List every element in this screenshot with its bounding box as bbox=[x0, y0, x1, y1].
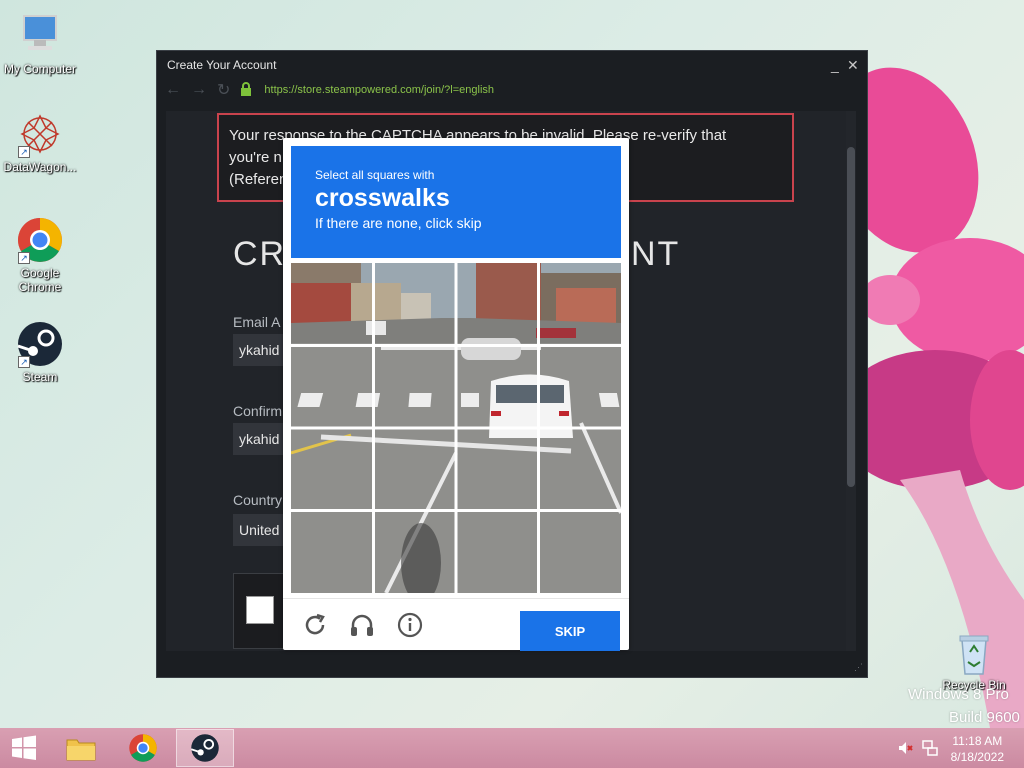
challenge-tile[interactable] bbox=[291, 263, 372, 344]
desktop-icon-label: DataWagon... bbox=[3, 160, 77, 174]
challenge-instruction: Select all squares with bbox=[315, 168, 435, 182]
network-icon[interactable] bbox=[922, 740, 938, 761]
challenge-target: crosswalks bbox=[315, 184, 450, 212]
confirm-email-label: Confirm bbox=[233, 403, 283, 419]
challenge-tile[interactable] bbox=[540, 263, 621, 344]
shortcut-arrow-icon: ↗ bbox=[18, 356, 30, 368]
shortcut-arrow-icon: ↗ bbox=[18, 252, 30, 264]
challenge-footer: SKIP bbox=[283, 598, 629, 651]
challenge-tile[interactable] bbox=[374, 263, 455, 344]
recaptcha-checkbox[interactable] bbox=[246, 596, 274, 624]
clock-date: 8/18/2022 bbox=[950, 750, 1004, 764]
window-title: Create Your Account bbox=[167, 58, 277, 72]
taskbar-steam[interactable] bbox=[176, 729, 234, 767]
skip-button[interactable]: SKIP bbox=[520, 611, 620, 651]
desktop-icon-label: My Computer bbox=[3, 62, 77, 76]
lock-icon bbox=[240, 81, 252, 99]
challenge-tile[interactable] bbox=[540, 346, 621, 427]
minimize-button[interactable]: _ bbox=[831, 57, 839, 73]
audio-challenge-icon[interactable] bbox=[348, 611, 376, 639]
desktop-icon-google-chrome[interactable]: ↗ Google Chrome bbox=[0, 216, 80, 294]
desktop-icon-my-computer[interactable]: My Computer bbox=[0, 12, 80, 76]
info-icon[interactable] bbox=[396, 611, 424, 639]
challenge-tile[interactable] bbox=[374, 429, 455, 510]
browser-navbar: ← → ↻ https://store.steampowered.com/joi… bbox=[157, 79, 867, 101]
challenge-tile[interactable] bbox=[540, 429, 621, 510]
challenge-tile[interactable] bbox=[457, 346, 538, 427]
start-button[interactable] bbox=[0, 729, 48, 767]
challenge-tile[interactable] bbox=[457, 429, 538, 510]
challenge-hint: If there are none, click skip bbox=[315, 215, 482, 231]
reload-challenge-icon[interactable] bbox=[301, 611, 329, 639]
desktop-icon-label: Google Chrome bbox=[18, 266, 62, 294]
url-text[interactable]: https://store.steampowered.com/join/?l=e… bbox=[264, 84, 494, 96]
challenge-image-grid bbox=[291, 263, 621, 593]
desktop-icon-datawagon[interactable]: ↗ DataWagon... bbox=[0, 110, 80, 174]
desktop-icon-steam[interactable]: ↗ Steam bbox=[0, 320, 80, 384]
window-titlebar[interactable]: Create Your Account _ ✕ bbox=[157, 51, 867, 79]
shortcut-arrow-icon: ↗ bbox=[18, 146, 30, 158]
email-label: Email A bbox=[233, 314, 281, 330]
computer-icon bbox=[16, 12, 64, 60]
resize-grip-icon[interactable]: ⋰ bbox=[854, 662, 863, 673]
steam-icon bbox=[190, 734, 219, 762]
challenge-tile[interactable] bbox=[291, 512, 372, 593]
windows-build-watermark: Build 9600 bbox=[949, 709, 1020, 726]
page-scrollbar[interactable] bbox=[846, 111, 856, 651]
scrollbar-thumb[interactable] bbox=[847, 147, 855, 487]
windows-edition-watermark: Windows 8 Pro bbox=[908, 686, 1009, 703]
recycle-bin-icon bbox=[954, 632, 994, 676]
challenge-tile[interactable] bbox=[540, 512, 621, 593]
steam-icon: ↗ bbox=[16, 320, 64, 368]
challenge-tile[interactable] bbox=[457, 512, 538, 593]
chrome-icon bbox=[129, 734, 157, 762]
page-heading-right: NT bbox=[631, 235, 681, 273]
windows-logo-icon bbox=[12, 735, 36, 760]
challenge-tile[interactable] bbox=[374, 512, 455, 593]
volume-muted-icon[interactable] bbox=[898, 740, 914, 761]
forward-arrow-icon[interactable]: → bbox=[191, 81, 207, 99]
desktop-icon-label: Steam bbox=[22, 370, 58, 384]
recaptcha-challenge: Select all squares with crosswalks If th… bbox=[283, 138, 629, 651]
back-arrow-icon[interactable]: ← bbox=[165, 81, 181, 99]
desktop-icon-recycle-bin[interactable]: Recycle Bin bbox=[934, 632, 1014, 692]
reload-icon[interactable]: ↻ bbox=[217, 80, 230, 100]
challenge-header: Select all squares with crosswalks If th… bbox=[291, 146, 621, 258]
challenge-tiles bbox=[291, 263, 621, 593]
taskbar-file-explorer[interactable] bbox=[52, 729, 110, 767]
country-label: Country bbox=[233, 492, 283, 508]
challenge-tile[interactable] bbox=[291, 429, 372, 510]
system-clock[interactable]: 11:18 AM 8/18/2022 bbox=[951, 733, 1004, 765]
clock-time: 11:18 AM bbox=[952, 734, 1003, 748]
taskbar-chrome[interactable] bbox=[114, 729, 172, 767]
challenge-tile[interactable] bbox=[374, 346, 455, 427]
folder-icon bbox=[66, 739, 96, 761]
close-button[interactable]: ✕ bbox=[847, 57, 859, 74]
datawagon-icon: ↗ bbox=[16, 110, 64, 158]
taskbar: 11:18 AM 8/18/2022 bbox=[0, 728, 1024, 768]
challenge-tile[interactable] bbox=[457, 263, 538, 344]
chrome-icon: ↗ bbox=[16, 216, 64, 264]
challenge-tile[interactable] bbox=[291, 346, 372, 427]
